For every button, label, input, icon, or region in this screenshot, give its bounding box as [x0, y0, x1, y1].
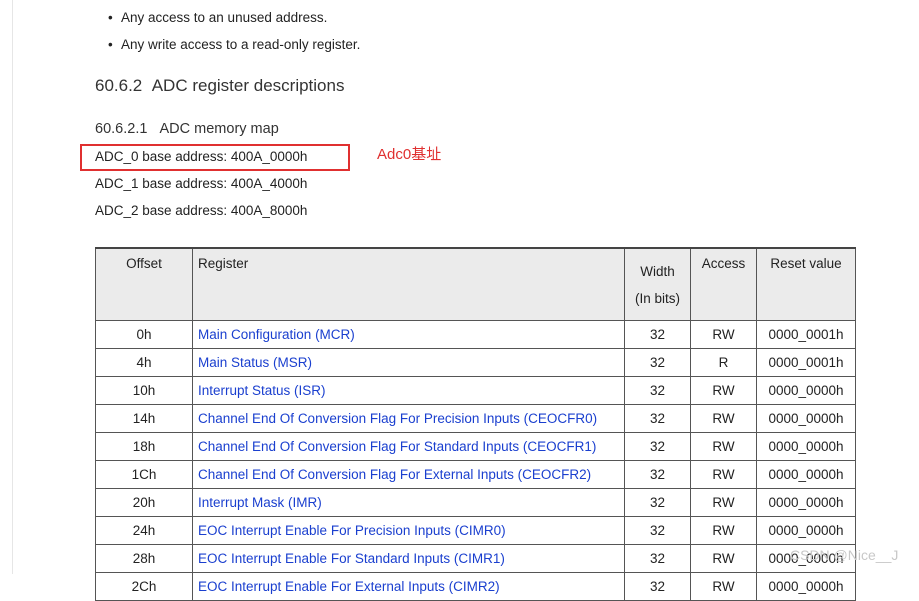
section-number: 60.6.2 — [95, 76, 143, 95]
register-link[interactable]: EOC Interrupt Enable For Standard Inputs… — [192, 544, 625, 573]
cell-offset: 10h — [95, 376, 193, 405]
cell-access: RW — [690, 404, 757, 433]
cell-access: RW — [690, 460, 757, 489]
header-access: Access — [690, 247, 757, 321]
cell-offset: 4h — [95, 348, 193, 377]
cell-width: 32 — [624, 460, 691, 489]
register-link[interactable]: Interrupt Mask (IMR) — [192, 488, 625, 517]
cell-offset: 24h — [95, 516, 193, 545]
table-row: 4h Main Status (MSR) 32 R 0000_0001h — [95, 348, 856, 377]
table-row: 20h Interrupt Mask (IMR) 32 RW 0000_0000… — [95, 488, 856, 517]
register-link[interactable]: Channel End Of Conversion Flag For Preci… — [192, 404, 625, 433]
cell-reset: 0000_0001h — [756, 320, 856, 349]
table-row: 24h EOC Interrupt Enable For Precision I… — [95, 516, 856, 545]
cell-access: RW — [690, 320, 757, 349]
header-width-line1: Width — [640, 264, 675, 279]
table-row: 18h Channel End Of Conversion Flag For S… — [95, 432, 856, 461]
bullet-dot-icon: • — [108, 10, 113, 25]
cell-access: RW — [690, 432, 757, 461]
cell-width: 32 — [624, 432, 691, 461]
subsection-number: 60.6.2.1 — [95, 121, 148, 137]
cell-access: R — [690, 348, 757, 377]
cell-offset: 28h — [95, 544, 193, 573]
table-row: 14h Channel End Of Conversion Flag For P… — [95, 404, 856, 433]
header-register: Register — [192, 247, 625, 321]
cell-access: RW — [690, 516, 757, 545]
cell-offset: 14h — [95, 404, 193, 433]
cell-width: 32 — [624, 348, 691, 377]
section-heading: 60.6.2 ADC register descriptions — [95, 76, 344, 96]
subsection-heading: 60.6.2.1 ADC memory map — [95, 121, 279, 137]
cell-reset: 0000_0000h — [756, 432, 856, 461]
cell-reset: 0000_0000h — [756, 460, 856, 489]
cell-reset: 0000_0000h — [756, 488, 856, 517]
cell-offset: 20h — [95, 488, 193, 517]
cell-width: 32 — [624, 320, 691, 349]
table-header-row: Offset Register Width (In bits) Access R… — [95, 247, 856, 321]
cell-offset: 0h — [95, 320, 193, 349]
highlight-box — [80, 144, 350, 171]
cell-width: 32 — [624, 404, 691, 433]
watermark: CSDN @Nice__J — [790, 547, 899, 563]
bullet-item: • Any write access to a read-only registe… — [108, 37, 360, 52]
header-reset-value: Reset value — [756, 247, 856, 321]
register-link[interactable]: EOC Interrupt Enable For Precision Input… — [192, 516, 625, 545]
cell-access: RW — [690, 572, 757, 601]
cell-access: RW — [690, 488, 757, 517]
cell-access: RW — [690, 544, 757, 573]
cell-width: 32 — [624, 488, 691, 517]
cell-reset: 0000_0000h — [756, 404, 856, 433]
cell-reset: 0000_0000h — [756, 376, 856, 405]
section-title: ADC register descriptions — [151, 76, 345, 95]
register-link[interactable]: Interrupt Status (ISR) — [192, 376, 625, 405]
cell-offset: 18h — [95, 432, 193, 461]
table-row: 2Ch EOC Interrupt Enable For External In… — [95, 572, 856, 601]
base-address-adc1: ADC_1 base address: 400A_4000h — [95, 176, 308, 191]
bullet-text: Any write access to a read-only register… — [121, 37, 361, 52]
register-link[interactable]: Main Configuration (MCR) — [192, 320, 625, 349]
register-link[interactable]: Main Status (MSR) — [192, 348, 625, 377]
cell-access: RW — [690, 376, 757, 405]
bullet-item: • Any access to an unused address. — [108, 10, 327, 25]
bullet-text: Any access to an unused address. — [121, 10, 328, 25]
memory-map-table: Offset Register Width (In bits) Access R… — [95, 247, 856, 601]
cell-width: 32 — [624, 572, 691, 601]
cell-reset: 0000_0000h — [756, 572, 856, 601]
cell-reset: 0000_0001h — [756, 348, 856, 377]
cell-width: 32 — [624, 376, 691, 405]
register-link[interactable]: Channel End Of Conversion Flag For Exter… — [192, 460, 625, 489]
table-row: 10h Interrupt Status (ISR) 32 RW 0000_00… — [95, 376, 856, 405]
header-width: Width (In bits) — [624, 247, 691, 321]
cell-offset: 1Ch — [95, 460, 193, 489]
register-link[interactable]: Channel End Of Conversion Flag For Stand… — [192, 432, 625, 461]
header-offset: Offset — [95, 247, 193, 321]
subsection-title: ADC memory map — [159, 121, 279, 137]
header-width-line2: (In bits) — [634, 291, 680, 306]
bullet-dot-icon: • — [108, 37, 113, 52]
table-row: 0h Main Configuration (MCR) 32 RW 0000_0… — [95, 320, 856, 349]
table-row: 1Ch Channel End Of Conversion Flag For E… — [95, 460, 856, 489]
table-row: 28h EOC Interrupt Enable For Standard In… — [95, 544, 856, 573]
annotation-label: Adc0基址 — [377, 146, 442, 163]
base-address-adc2: ADC_2 base address: 400A_8000h — [95, 203, 308, 218]
page-left-rule — [12, 0, 13, 574]
cell-offset: 2Ch — [95, 572, 193, 601]
cell-width: 32 — [624, 544, 691, 573]
cell-reset: 0000_0000h — [756, 516, 856, 545]
register-link[interactable]: EOC Interrupt Enable For External Inputs… — [192, 572, 625, 601]
cell-width: 32 — [624, 516, 691, 545]
